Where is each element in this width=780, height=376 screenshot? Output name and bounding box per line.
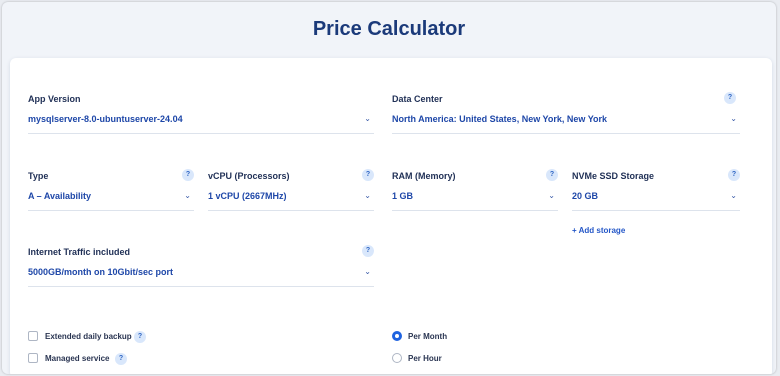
data-center-field: Data Center ? North America: United Stat… [392, 92, 740, 134]
traffic-label: Internet Traffic included [28, 247, 131, 257]
type-field: Type ? A – Availability ⌄ [28, 169, 194, 211]
storage-select[interactable]: 20 GB ⌄ [572, 185, 740, 211]
per-hour-label: Per Hour [408, 354, 442, 363]
type-select[interactable]: A – Availability ⌄ [28, 185, 194, 211]
calculator-frame: Price Calculator App Version mysqlserver… [2, 2, 776, 374]
type-label: Type [28, 171, 49, 181]
ram-label: RAM (Memory) [392, 171, 456, 181]
chevron-down-icon: ⌄ [184, 191, 191, 200]
storage-value: 20 GB [572, 191, 599, 201]
app-version-field: App Version mysqlserver-8.0-ubuntuserver… [28, 94, 374, 134]
help-icon[interactable]: ? [362, 245, 374, 257]
chevron-down-icon: ⌄ [364, 267, 371, 276]
managed-label: Managed service [45, 354, 110, 363]
per-hour-radio[interactable] [392, 353, 402, 363]
help-icon[interactable]: ? [182, 169, 194, 181]
backup-label: Extended daily backup [45, 332, 132, 341]
calculator-card: App Version mysqlserver-8.0-ubuntuserver… [10, 58, 772, 374]
add-storage-link[interactable]: + Add storage [572, 226, 625, 235]
ram-select[interactable]: 1 GB ⌄ [392, 185, 558, 211]
per-month-radio[interactable] [392, 331, 402, 341]
data-center-select[interactable]: North America: United States, New York, … [392, 108, 740, 134]
app-version-value: mysqlserver-8.0-ubuntuserver-24.04 [28, 114, 183, 124]
vcpu-select[interactable]: 1 vCPU (2667MHz) ⌄ [208, 185, 374, 211]
app-version-label: App Version [28, 94, 81, 104]
help-icon[interactable]: ? [728, 169, 740, 181]
traffic-select[interactable]: 5000GB/month on 10Gbit/sec port ⌄ [28, 261, 374, 287]
chevron-down-icon: ⌄ [364, 114, 371, 123]
traffic-value: 5000GB/month on 10Gbit/sec port [28, 267, 174, 277]
app-version-select[interactable]: mysqlserver-8.0-ubuntuserver-24.04 ⌄ [28, 108, 374, 134]
vcpu-value: 1 vCPU (2667MHz) [208, 191, 287, 201]
storage-label: NVMe SSD Storage [572, 171, 655, 181]
data-center-value: North America: United States, New York, … [392, 114, 608, 124]
help-icon[interactable]: ? [724, 92, 736, 104]
help-icon[interactable]: ? [546, 169, 558, 181]
ram-field: RAM (Memory) ? 1 GB ⌄ [392, 169, 558, 211]
help-icon[interactable]: ? [134, 331, 146, 343]
vcpu-field: vCPU (Processors) ? 1 vCPU (2667MHz) ⌄ [208, 169, 374, 211]
chevron-down-icon: ⌄ [364, 191, 371, 200]
help-icon[interactable]: ? [115, 353, 127, 365]
help-icon[interactable]: ? [362, 169, 374, 181]
traffic-field: Internet Traffic included ? 5000GB/month… [28, 245, 374, 287]
chevron-down-icon: ⌄ [548, 191, 555, 200]
vcpu-label: vCPU (Processors) [208, 171, 290, 181]
managed-checkbox[interactable] [28, 353, 38, 363]
page-title: Price Calculator [312, 18, 466, 40]
ram-value: 1 GB [392, 191, 414, 201]
per-month-label: Per Month [408, 332, 448, 341]
backup-checkbox[interactable] [28, 331, 38, 341]
chevron-down-icon: ⌄ [730, 191, 737, 200]
type-value: A – Availability [28, 191, 92, 201]
storage-field: NVMe SSD Storage ? 20 GB ⌄ [572, 169, 740, 211]
data-center-label: Data Center [392, 94, 443, 104]
chevron-down-icon: ⌄ [730, 114, 737, 123]
